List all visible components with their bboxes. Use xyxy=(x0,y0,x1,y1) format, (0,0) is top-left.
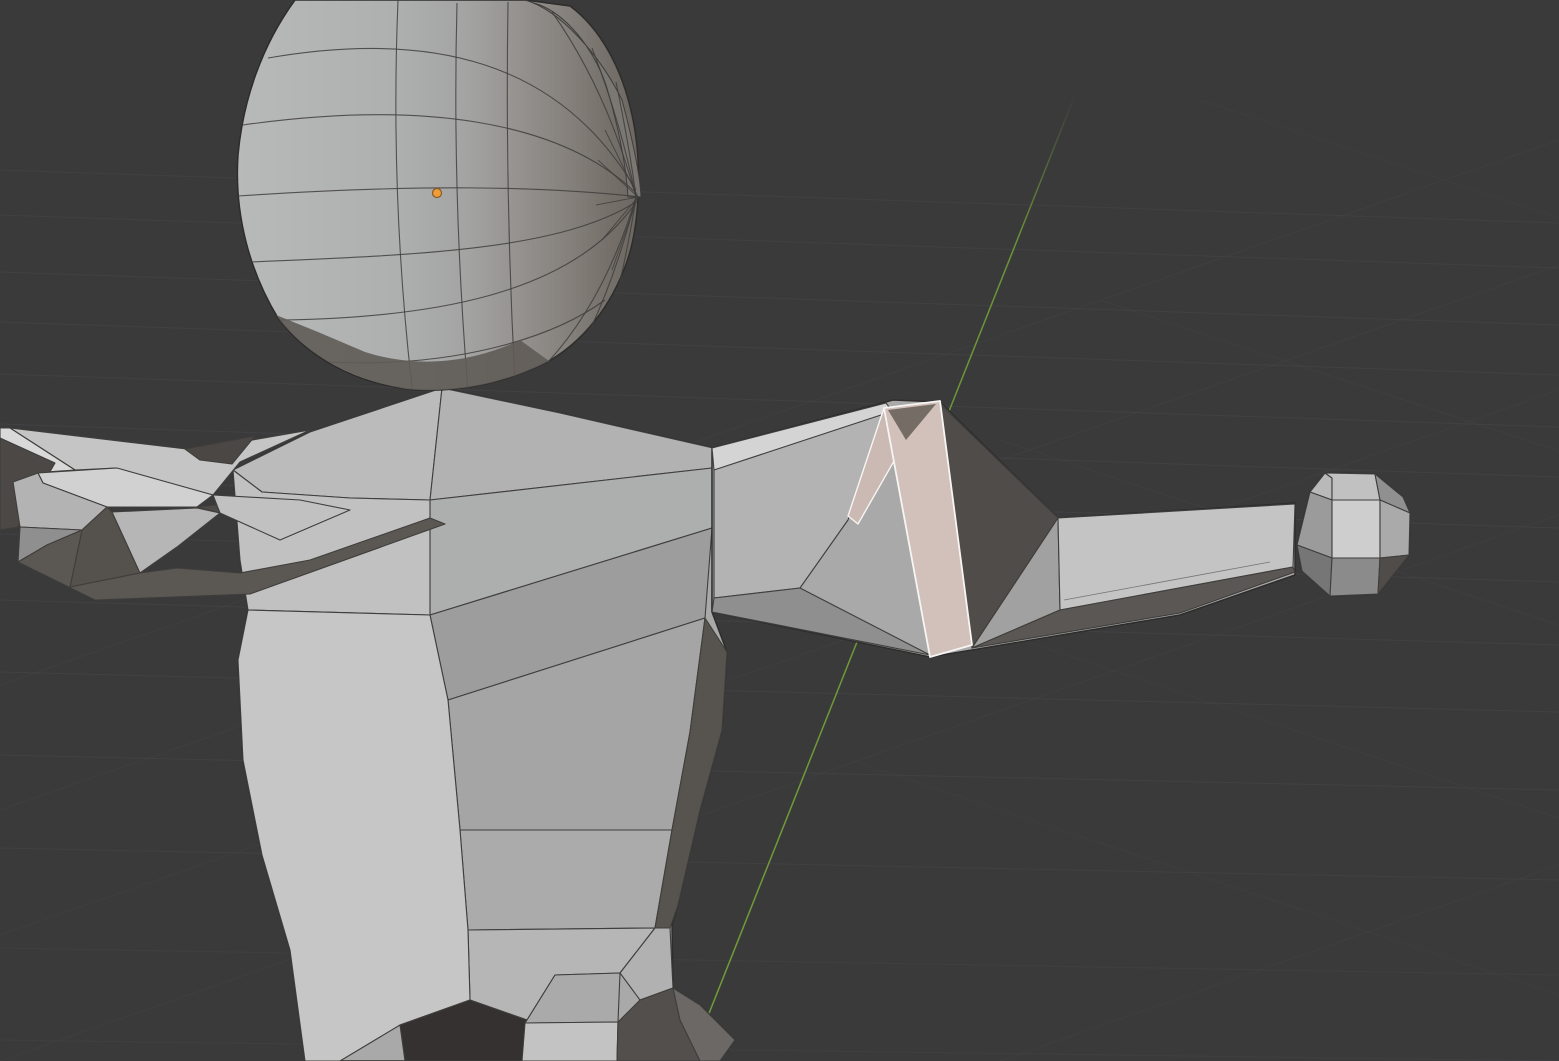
fist-mid-center[interactable] xyxy=(1332,500,1380,558)
viewport-3d[interactable] xyxy=(0,0,1559,1061)
fist-bottom-mid[interactable] xyxy=(1330,558,1380,596)
blender-window xyxy=(0,0,1559,1061)
object-origin-dot xyxy=(433,189,442,198)
fist-top-mid[interactable] xyxy=(1325,473,1380,500)
right-leg-inner-lower[interactable] xyxy=(522,1022,618,1061)
torso-face-lower[interactable] xyxy=(460,830,672,930)
